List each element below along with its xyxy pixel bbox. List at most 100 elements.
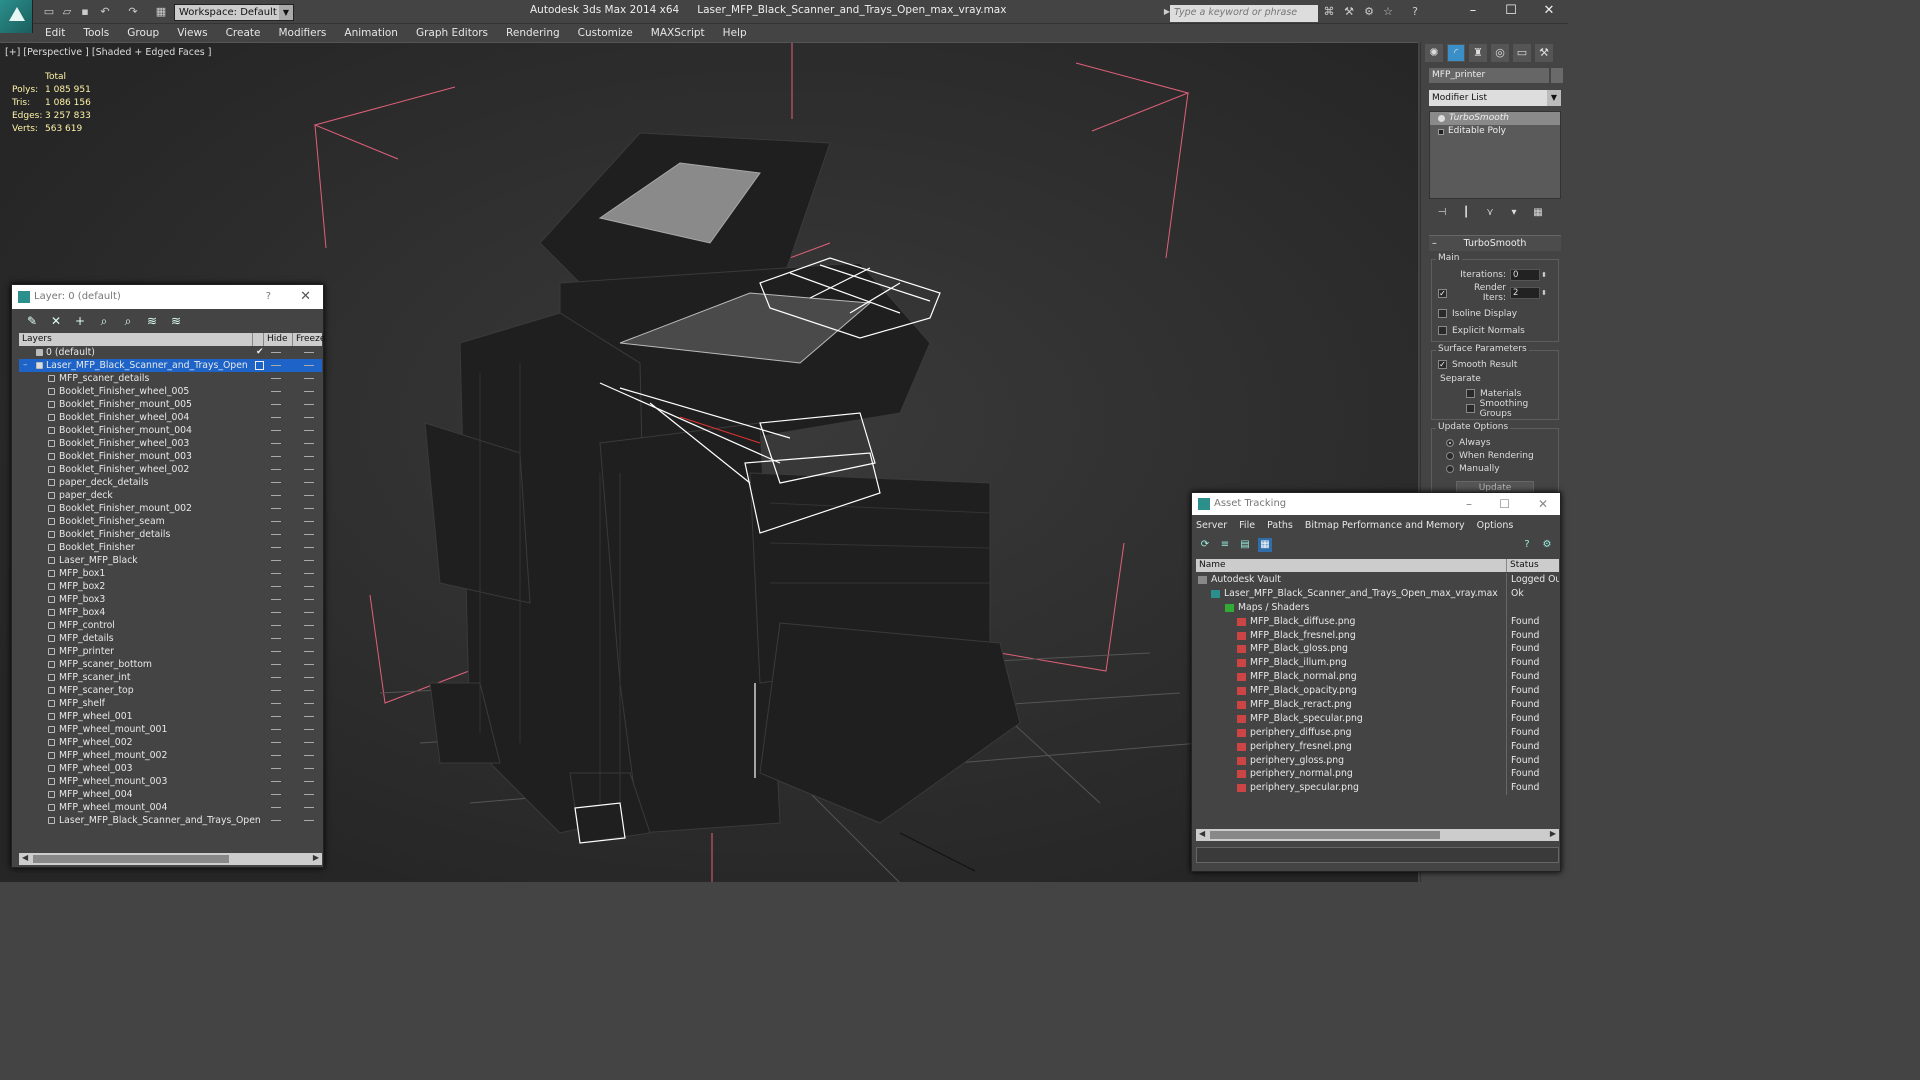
hide-toggle[interactable]: [271, 755, 281, 756]
spinner-arrows-icon[interactable]: ⬍: [1540, 289, 1548, 297]
freeze-toggle[interactable]: [304, 651, 314, 652]
help-button[interactable]: ?: [266, 285, 271, 309]
always-radio[interactable]: Always: [1432, 436, 1558, 449]
object-row[interactable]: MFP_wheel_003: [19, 762, 322, 775]
expand-box-icon[interactable]: [1438, 128, 1444, 135]
freeze-toggle[interactable]: [304, 703, 314, 704]
scroll-right-icon[interactable]: ▶: [313, 853, 319, 862]
hide-toggle[interactable]: [271, 625, 281, 626]
object-row[interactable]: paper_deck_details: [19, 476, 322, 489]
hide-toggle[interactable]: [271, 612, 281, 613]
workspace-dropdown[interactable]: Workspace: Default ▼: [174, 4, 294, 21]
asset-row[interactable]: MFP_Black_fresnel.png Found: [1196, 628, 1559, 643]
freeze-toggle[interactable]: [304, 430, 314, 431]
freeze-toggle[interactable]: [304, 664, 314, 665]
freeze-toggle[interactable]: [304, 443, 314, 444]
object-row[interactable]: Booklet_Finisher_wheel_003: [19, 437, 322, 450]
hide-toggle[interactable]: [271, 378, 281, 379]
radio-dot[interactable]: [1446, 451, 1454, 460]
freeze-toggle[interactable]: [304, 586, 314, 587]
asset-menu-server[interactable]: Server: [1196, 520, 1227, 531]
collapse-icon[interactable]: –: [23, 359, 28, 372]
object-row[interactable]: Booklet_Finisher_wheel_005: [19, 385, 322, 398]
search-input[interactable]: Type a keyword or phrase: [1170, 5, 1318, 22]
object-row[interactable]: MFP_scaner_bottom: [19, 658, 322, 671]
freeze-toggle[interactable]: [304, 482, 314, 483]
freeze-toggle[interactable]: [304, 573, 314, 574]
hide-toggle[interactable]: [271, 729, 281, 730]
hide-toggle[interactable]: [271, 547, 281, 548]
freeze-toggle[interactable]: [304, 599, 314, 600]
help-icon[interactable]: ?: [1408, 5, 1422, 19]
scroll-left-icon[interactable]: ◀: [1199, 829, 1205, 838]
asset-row[interactable]: periphery_gloss.png Found: [1196, 753, 1559, 768]
hide-toggle[interactable]: [271, 534, 281, 535]
stack-item-editable-poly[interactable]: Editable Poly: [1430, 125, 1560, 138]
close-icon[interactable]: ✕: [300, 285, 311, 309]
asset-row[interactable]: periphery_diffuse.png Found: [1196, 725, 1559, 740]
freeze-toggle[interactable]: [304, 560, 314, 561]
minimize-button[interactable]: –: [1454, 0, 1492, 24]
menu-modifiers[interactable]: Modifiers: [278, 27, 326, 39]
highlight-selected-icon[interactable]: ⌕: [120, 313, 136, 329]
hide-toggle[interactable]: [271, 807, 281, 808]
scroll-right-icon[interactable]: ▶: [1550, 829, 1556, 838]
scroll-left-icon[interactable]: ◀: [22, 853, 28, 862]
object-row[interactable]: Booklet_Finisher_mount_003: [19, 450, 322, 463]
when-rendering-radio[interactable]: When Rendering: [1432, 449, 1558, 462]
help-icon[interactable]: ?: [1520, 538, 1534, 552]
object-row[interactable]: MFP_wheel_mount_002: [19, 749, 322, 762]
modify-tab-icon[interactable]: ◜: [1447, 44, 1465, 62]
communication-icon[interactable]: ⚙: [1362, 5, 1376, 19]
menu-animation[interactable]: Animation: [344, 27, 398, 39]
object-row[interactable]: MFP_scaner_top: [19, 684, 322, 697]
smoothing-groups-checkbox[interactable]: Smoothing Groups: [1432, 399, 1558, 419]
menu-edit[interactable]: Edit: [45, 27, 65, 39]
viewport-label[interactable]: [+] [Perspective ] [Shaded + Edged Faces…: [5, 47, 211, 58]
motion-tab-icon[interactable]: ◎: [1491, 44, 1509, 62]
freeze-toggle[interactable]: [304, 820, 314, 821]
freeze-toggle[interactable]: [304, 716, 314, 717]
select-objects-icon[interactable]: ⌕: [96, 313, 112, 329]
app-logo-icon[interactable]: [0, 0, 33, 33]
stack-item-turbosmooth[interactable]: TurboSmooth: [1430, 112, 1560, 125]
project-folder-icon[interactable]: ▦: [154, 5, 168, 19]
asset-row[interactable]: Autodesk Vault Logged Ou: [1196, 573, 1559, 587]
object-row[interactable]: MFP_details: [19, 632, 322, 645]
new-file-icon[interactable]: ▭: [42, 5, 56, 19]
freeze-all-layers-icon[interactable]: ≋: [168, 313, 184, 329]
object-name-field[interactable]: MFP_printer: [1429, 68, 1549, 83]
layer-row-default[interactable]: 0 (default) ✔: [19, 346, 322, 359]
hide-toggle[interactable]: [271, 742, 281, 743]
menu-graph-editors[interactable]: Graph Editors: [416, 27, 488, 39]
hide-toggle[interactable]: [271, 638, 281, 639]
undo-icon[interactable]: ↶: [98, 5, 112, 19]
hide-toggle[interactable]: [271, 417, 281, 418]
freeze-toggle[interactable]: [304, 365, 314, 366]
object-row[interactable]: MFP_wheel_001: [19, 710, 322, 723]
hide-toggle[interactable]: [271, 508, 281, 509]
asset-row[interactable]: MFP_Black_opacity.png Found: [1196, 684, 1559, 699]
object-row[interactable]: MFP_control: [19, 619, 322, 632]
hide-toggle[interactable]: [271, 820, 281, 821]
subscription-icon[interactable]: ⚒: [1342, 5, 1356, 19]
hide-toggle[interactable]: [271, 703, 281, 704]
maximize-button[interactable]: ☐: [1492, 0, 1530, 24]
freeze-column-header[interactable]: Freeze: [293, 333, 325, 346]
menu-views[interactable]: Views: [177, 27, 207, 39]
hide-toggle[interactable]: [271, 482, 281, 483]
freeze-toggle[interactable]: [304, 508, 314, 509]
rollout-header[interactable]: TurboSmooth: [1429, 236, 1561, 251]
spinner-arrows-icon[interactable]: ⬍: [1540, 271, 1548, 279]
freeze-toggle[interactable]: [304, 534, 314, 535]
close-button[interactable]: ✕: [1530, 0, 1568, 24]
asset-row[interactable]: MFP_Black_gloss.png Found: [1196, 642, 1559, 657]
hide-toggle[interactable]: [271, 651, 281, 652]
object-row[interactable]: MFP_box2: [19, 580, 322, 593]
list-view-icon[interactable]: ≡: [1218, 538, 1232, 552]
maximize-icon[interactable]: ☐: [1499, 493, 1510, 515]
checkbox-box[interactable]: [1466, 404, 1475, 413]
hide-toggle[interactable]: [271, 365, 281, 366]
object-row[interactable]: Booklet_Finisher_mount_002: [19, 502, 322, 515]
menu-maxscript[interactable]: MAXScript: [651, 27, 705, 39]
